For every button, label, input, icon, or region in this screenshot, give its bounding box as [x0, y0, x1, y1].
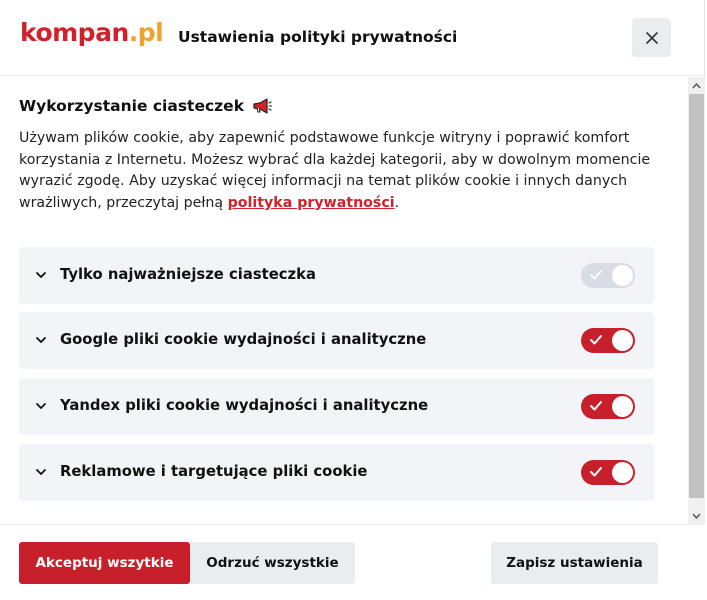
logo-text: kompan [20, 18, 129, 47]
advertising-toggle[interactable] [581, 460, 635, 485]
toggle-knob [612, 396, 633, 417]
megaphone-icon [253, 98, 272, 114]
chevron-down-icon [36, 469, 46, 475]
category-label: Tylko najważniejsze ciasteczka [60, 266, 316, 283]
essential-toggle[interactable] [581, 263, 635, 288]
check-icon [590, 270, 602, 280]
category-yandex-analytics[interactable]: Yandex pliki cookie wydajności i anality… [19, 378, 654, 435]
save-settings-button[interactable]: Zapisz ustawienia [491, 542, 658, 584]
toggle-knob [612, 330, 633, 351]
check-icon [590, 401, 602, 411]
scroll-down-button[interactable] [688, 507, 705, 524]
modal-footer: Akceptuj wszytkie Odrzuć wszystkie Zapis… [0, 524, 705, 600]
close-icon [645, 31, 658, 44]
yandex-analytics-toggle[interactable] [581, 394, 635, 419]
chevron-up-icon [692, 82, 701, 88]
logo: kompan.pl [20, 18, 164, 47]
close-button[interactable] [632, 18, 671, 57]
check-icon [590, 335, 602, 345]
category-essential[interactable]: Tylko najważniejsze ciasteczka [19, 247, 654, 304]
modal-header: kompan.pl Ustawienia polityki prywatnośc… [0, 0, 705, 76]
vertical-scrollbar[interactable] [688, 77, 705, 524]
category-advertising[interactable]: Reklamowe i targetujące pliki cookie [19, 444, 654, 501]
accept-all-button[interactable]: Akceptuj wszytkie [19, 542, 190, 584]
scroll-thumb[interactable] [689, 94, 704, 498]
category-label: Reklamowe i targetujące pliki cookie [60, 463, 368, 480]
reject-all-button[interactable]: Odrzuć wszystkie [190, 542, 355, 584]
chevron-down-icon [36, 272, 46, 278]
section-description: Używam plików cookie, aby zapewnić podst… [19, 128, 659, 214]
logo-domain: .pl [128, 18, 164, 47]
chevron-down-icon [36, 337, 46, 343]
scroll-content: Wykorzystanie ciasteczek Używam plików c… [0, 77, 688, 524]
chevron-down-icon [36, 403, 46, 409]
description-end: . [394, 194, 400, 211]
category-label: Google pliki cookie wydajności i anality… [60, 331, 427, 348]
category-label: Yandex pliki cookie wydajności i anality… [60, 397, 429, 414]
scroll-up-button[interactable] [688, 77, 705, 94]
category-google-analytics[interactable]: Google pliki cookie wydajności i anality… [19, 312, 654, 369]
modal-title: Ustawienia polityki prywatności [178, 28, 458, 46]
toggle-knob [612, 265, 633, 286]
section-title-text: Wykorzystanie ciasteczek [19, 97, 244, 115]
section-title: Wykorzystanie ciasteczek [19, 97, 272, 115]
chevron-down-icon [692, 513, 701, 519]
toggle-knob [612, 462, 633, 483]
google-analytics-toggle[interactable] [581, 328, 635, 353]
check-icon [590, 467, 602, 477]
privacy-policy-link[interactable]: polityka prywatności [228, 195, 395, 211]
privacy-settings-modal: kompan.pl Ustawienia polityki prywatnośc… [0, 0, 705, 600]
